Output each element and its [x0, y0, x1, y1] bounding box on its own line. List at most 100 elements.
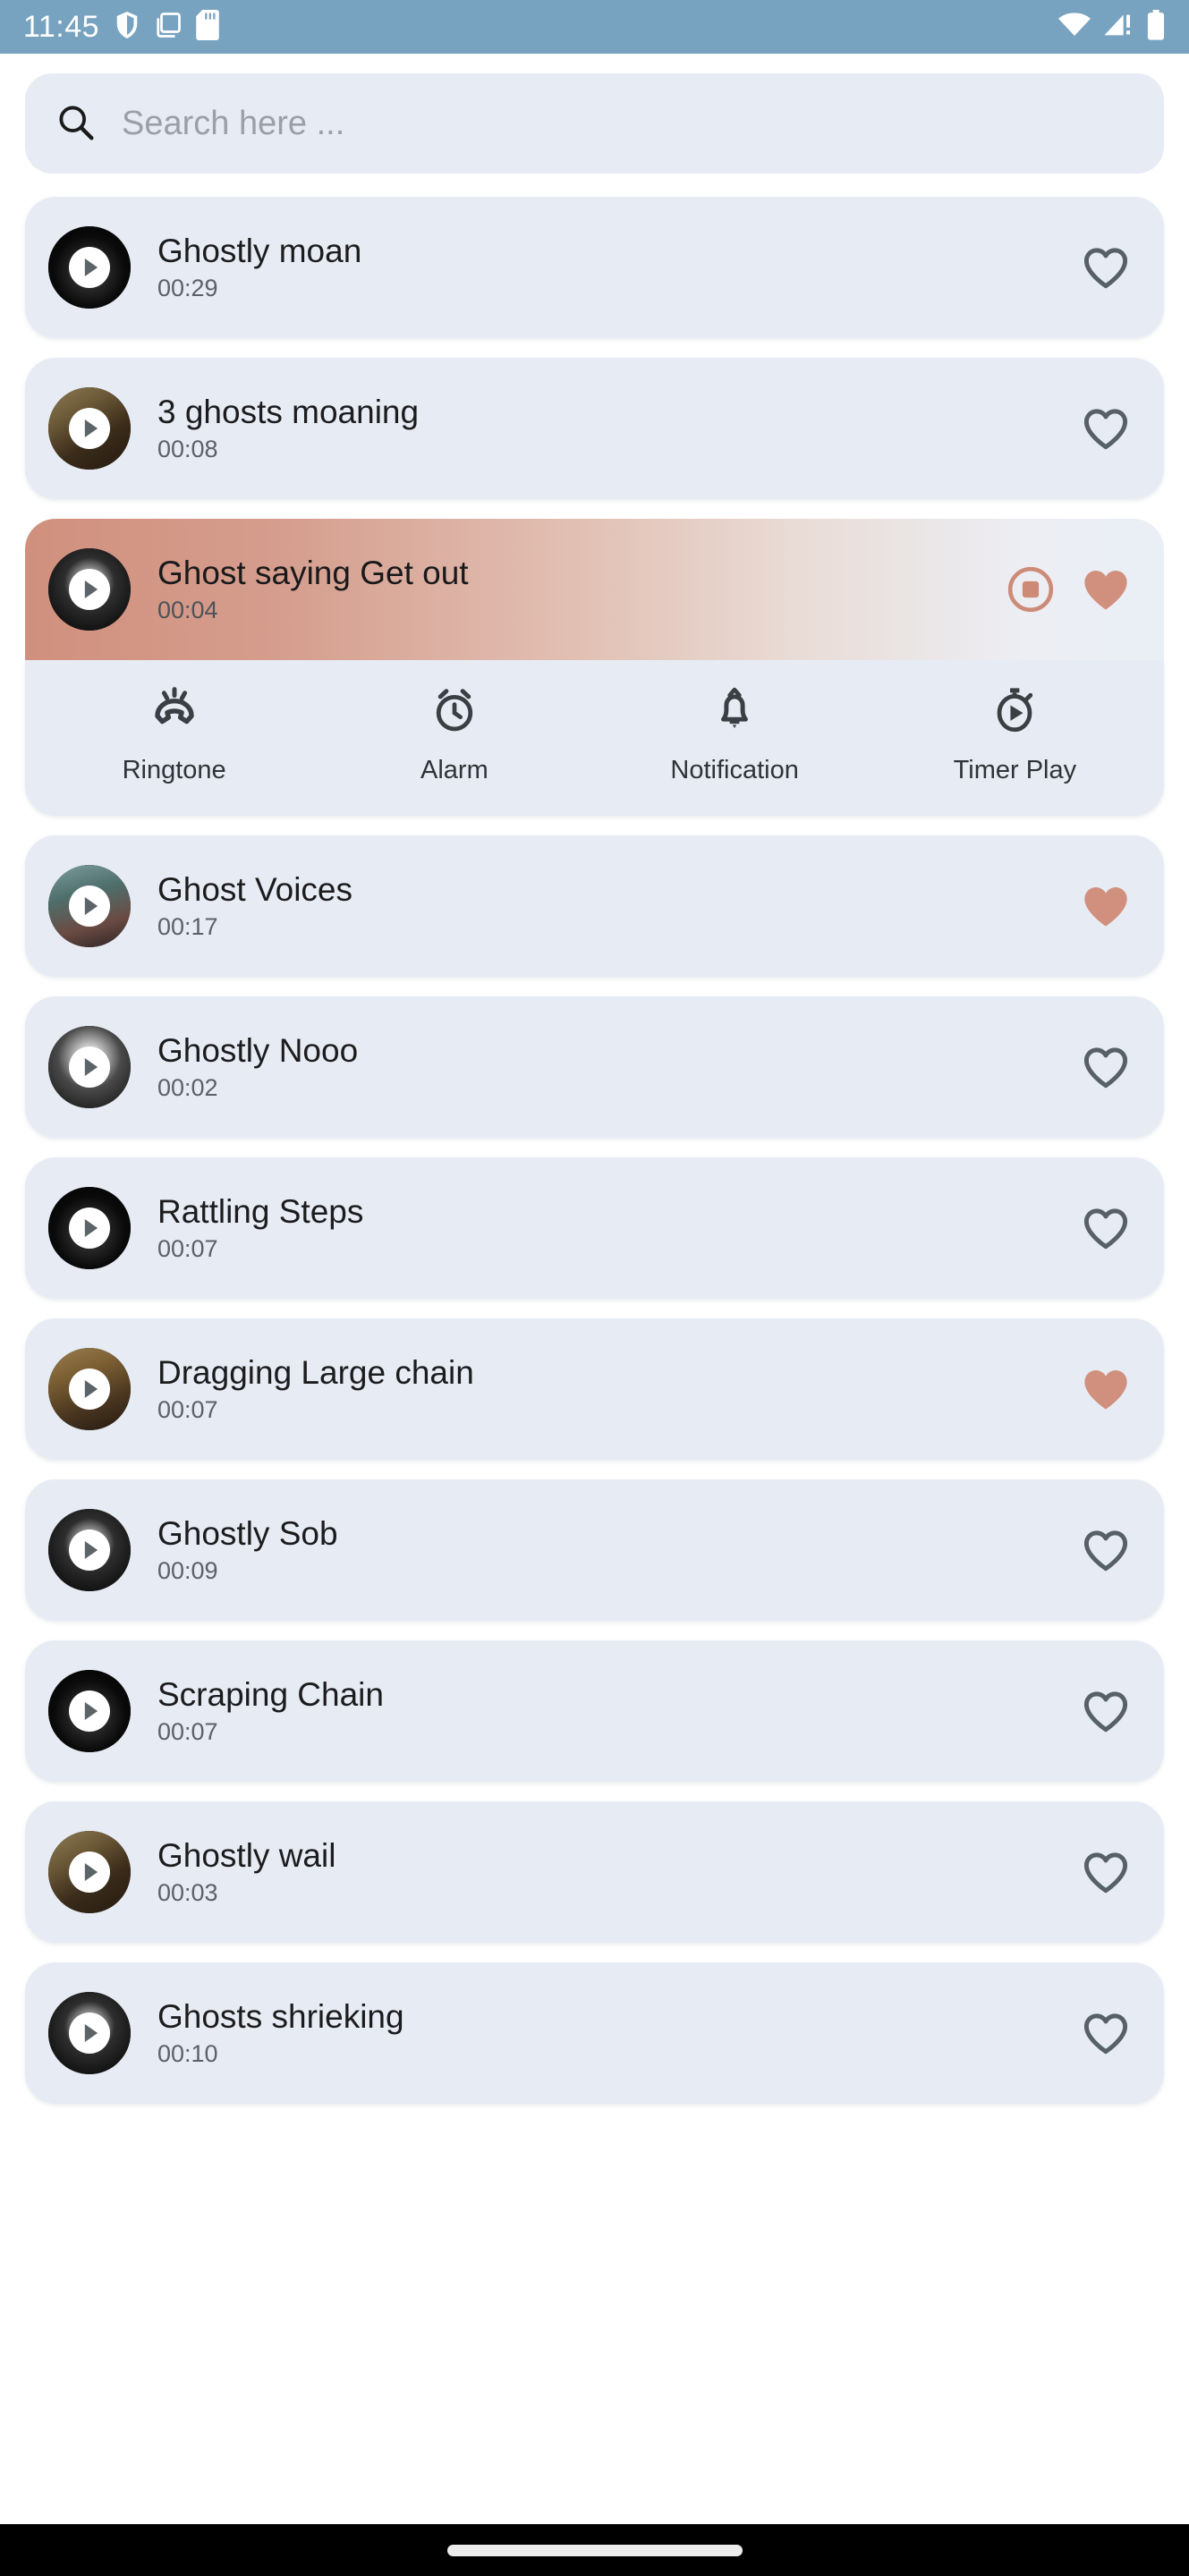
- sound-meta: Ghostly Nooo 00:02: [157, 1032, 359, 1101]
- action-label: Ringtone: [122, 756, 226, 784]
- navigation-bar: [0, 2524, 1189, 2576]
- play-icon[interactable]: [69, 569, 110, 610]
- sound-title: Ghostly wail: [157, 1837, 336, 1875]
- sound-thumbnail: [48, 1026, 131, 1108]
- sound-duration: 00:17: [157, 912, 218, 940]
- sound-thumbnail: [48, 226, 131, 309]
- sound-card-5[interactable]: Rattling Steps 00:07: [25, 1157, 1164, 1299]
- sound-duration: 00:04: [157, 596, 218, 623]
- sound-duration: 00:09: [157, 1556, 218, 1584]
- battery-icon: [1146, 9, 1166, 45]
- sound-duration: 00:07: [157, 1717, 218, 1745]
- favorite-button[interactable]: [1078, 401, 1134, 456]
- sound-card-6[interactable]: Dragging Large chain 00:07: [25, 1318, 1164, 1460]
- sound-list-scroll[interactable]: Ghostly moan 00:29 3 ghosts moaning 00:0…: [0, 54, 1189, 2104]
- favorite-button[interactable]: [1078, 2005, 1134, 2061]
- play-icon[interactable]: [69, 1852, 110, 1893]
- sound-duration: 00:08: [157, 435, 218, 462]
- alarm-clock-icon: [429, 683, 480, 740]
- favorite-button[interactable]: [1078, 1844, 1134, 1900]
- sound-thumbnail: [48, 1670, 131, 1752]
- sound-card-1[interactable]: 3 ghosts moaning 00:08: [25, 358, 1164, 499]
- sound-duration: 00:10: [157, 2039, 218, 2067]
- play-icon[interactable]: [69, 1046, 110, 1088]
- sound-meta: Scraping Chain 00:07: [157, 1676, 384, 1745]
- favorite-button-active[interactable]: [1078, 1361, 1134, 1417]
- status-bar-clock: 11:45: [23, 10, 100, 44]
- sound-thumbnail: [48, 1831, 131, 1913]
- sound-actions-panel: Ringtone Alarm Notification Timer Play: [25, 660, 1164, 816]
- stop-button[interactable]: [1003, 562, 1058, 617]
- play-icon[interactable]: [69, 1530, 110, 1571]
- sound-thumbnail: [48, 1509, 131, 1591]
- search-icon: [55, 102, 95, 146]
- sound-title: Ghosts shrieking: [157, 1998, 404, 2036]
- action-notification[interactable]: Notification: [595, 683, 875, 785]
- sound-title: Dragging Large chain: [157, 1354, 474, 1392]
- sound-duration: 00:07: [157, 1395, 218, 1423]
- favorite-button-active[interactable]: [1078, 562, 1134, 617]
- sound-title: 3 ghosts moaning: [157, 394, 420, 431]
- wifi-icon: [1058, 12, 1091, 43]
- sound-card-3[interactable]: Ghost Voices 00:17: [25, 835, 1164, 977]
- timer-play-icon: [989, 683, 1040, 740]
- sound-title: Ghost saying Get out: [157, 555, 469, 592]
- play-icon[interactable]: [69, 408, 110, 449]
- sound-card-0[interactable]: Ghostly moan 00:29: [25, 197, 1164, 338]
- sound-title: Ghost Voices: [157, 871, 353, 909]
- favorite-button-active[interactable]: [1078, 878, 1134, 934]
- action-ringtone[interactable]: Ringtone: [34, 683, 314, 785]
- action-timer-play[interactable]: Timer Play: [875, 683, 1155, 785]
- bell-icon: [709, 683, 760, 740]
- sound-thumbnail: [48, 1992, 131, 2074]
- sound-title: Scraping Chain: [157, 1676, 384, 1714]
- sound-title: Ghostly moan: [157, 233, 362, 270]
- favorite-button[interactable]: [1078, 1683, 1134, 1739]
- sound-card-7[interactable]: Ghostly Sob 00:09: [25, 1479, 1164, 1621]
- sound-duration: 00:29: [157, 274, 218, 301]
- play-icon[interactable]: [69, 247, 110, 288]
- status-bar-right: [1058, 9, 1166, 45]
- favorite-button[interactable]: [1078, 1200, 1134, 1256]
- sound-card-9[interactable]: Ghostly wail 00:03: [25, 1801, 1164, 1943]
- sound-card-10[interactable]: Ghosts shrieking 00:10: [25, 1962, 1164, 2104]
- favorite-button[interactable]: [1078, 1039, 1134, 1095]
- favorite-button[interactable]: [1078, 1522, 1134, 1578]
- status-bar: 11:45: [0, 0, 1189, 54]
- search-input[interactable]: [122, 104, 1134, 143]
- sound-meta: Ghostly moan 00:29: [157, 233, 362, 301]
- sound-duration: 00:02: [157, 1073, 218, 1101]
- sound-title: Ghostly Sob: [157, 1515, 338, 1553]
- sound-duration: 00:03: [157, 1878, 218, 1906]
- sound-thumbnail: [48, 865, 131, 947]
- action-label: Alarm: [420, 756, 488, 784]
- sound-title: Ghostly Nooo: [157, 1032, 359, 1070]
- play-icon[interactable]: [69, 1208, 110, 1249]
- shield-icon: [114, 10, 140, 45]
- sound-thumbnail: [48, 548, 131, 631]
- sound-meta: Ghost Voices 00:17: [157, 871, 353, 940]
- play-icon[interactable]: [69, 886, 110, 927]
- sound-meta: Ghosts shrieking 00:10: [157, 1998, 404, 2067]
- sd-card-icon: [196, 9, 219, 45]
- play-icon[interactable]: [69, 1690, 110, 1732]
- sound-thumbnail: [48, 387, 131, 470]
- sound-list: Ghostly moan 00:29 3 ghosts moaning 00:0…: [25, 197, 1164, 2104]
- sound-card-4[interactable]: Ghostly Nooo 00:02: [25, 996, 1164, 1138]
- search-bar[interactable]: [25, 73, 1164, 174]
- screenshot-icon: [155, 11, 182, 44]
- favorite-button[interactable]: [1078, 240, 1134, 295]
- sound-meta: 3 ghosts moaning 00:08: [157, 394, 420, 462]
- status-bar-left: 11:45: [23, 9, 219, 45]
- sound-meta: Ghostly wail 00:03: [157, 1837, 336, 1906]
- action-alarm[interactable]: Alarm: [314, 683, 594, 785]
- sound-thumbnail: [48, 1187, 131, 1269]
- play-icon[interactable]: [69, 2012, 110, 2054]
- sound-meta: Rattling Steps 00:07: [157, 1194, 363, 1261]
- home-pill[interactable]: [446, 2544, 743, 2556]
- sound-card-2[interactable]: Ghost saying Get out 00:04: [25, 519, 1164, 660]
- app-screen: Ghostly moan 00:29 3 ghosts moaning 00:0…: [0, 54, 1189, 2576]
- play-icon[interactable]: [69, 1368, 110, 1410]
- cellular-no-sim-icon: [1103, 12, 1134, 43]
- sound-card-8[interactable]: Scraping Chain 00:07: [25, 1640, 1164, 1782]
